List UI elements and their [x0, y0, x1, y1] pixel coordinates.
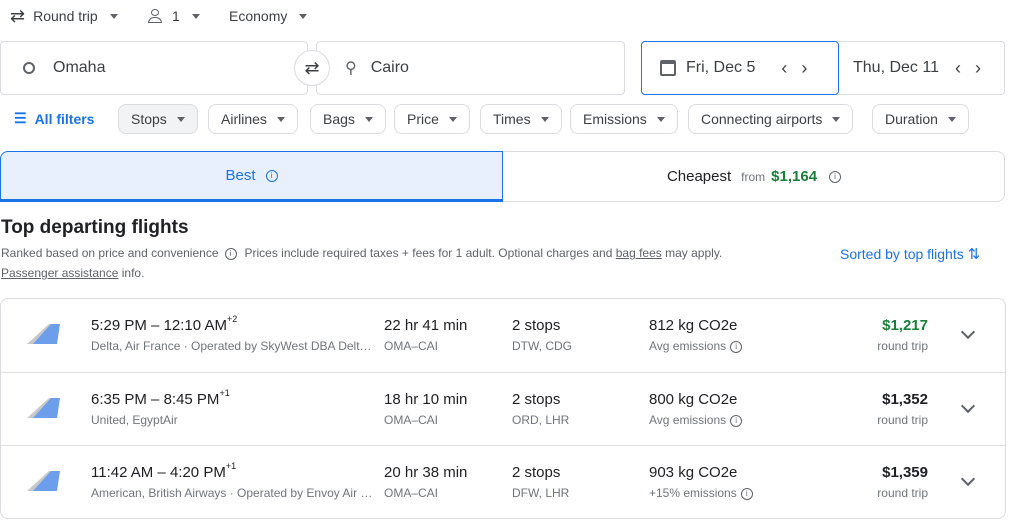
airline-logo-icon: [27, 471, 60, 491]
airlines: American, British Airways · Operated by …: [91, 486, 373, 500]
caret-down-icon: [656, 116, 665, 122]
info-icon[interactable]: i: [224, 247, 237, 260]
caret-down-icon: [176, 116, 185, 122]
chevron-down-icon[interactable]: [960, 471, 976, 487]
filter-stops[interactable]: Stops: [118, 104, 198, 134]
tab-best[interactable]: Best i: [0, 151, 503, 202]
duration: 18 hr 10 min: [384, 391, 468, 408]
emissions-label: Avg emissions i: [649, 413, 743, 427]
swap-locations-button[interactable]: ⇄: [294, 50, 330, 86]
caret-down-icon: [832, 116, 841, 122]
tab-cheapest[interactable]: Cheapest from $1,164 i: [503, 151, 1005, 202]
tune-icon: ☰: [14, 110, 27, 126]
stops: 2 stops: [512, 391, 561, 408]
swap-arrows-icon: ⇄: [10, 5, 26, 26]
route: OMA–CAI: [384, 413, 439, 427]
route: OMA–CAI: [384, 486, 439, 500]
trip-type: round trip: [877, 486, 928, 500]
emissions-label: Avg emissions i: [649, 339, 743, 353]
caret-down-icon: [947, 116, 956, 122]
filter-emissions[interactable]: Emissions: [570, 104, 678, 134]
bag-fees-link[interactable]: bag fees: [616, 246, 662, 260]
cabin-class-select[interactable]: Economy: [229, 4, 308, 28]
caret-down-icon: [448, 116, 457, 122]
next-date-button[interactable]: ›: [975, 58, 981, 79]
info-icon[interactable]: i: [829, 170, 842, 183]
info-icon[interactable]: i: [265, 169, 278, 182]
price: $1,352: [882, 391, 928, 408]
filter-times[interactable]: Times: [480, 104, 562, 134]
info-icon[interactable]: i: [730, 414, 743, 427]
price: $1,359: [882, 464, 928, 481]
chevron-down-icon[interactable]: [960, 324, 976, 340]
layovers: DFW, LHR: [512, 486, 570, 500]
flight-row[interactable]: 5:29 PM – 12:10 AM+2 Delta, Air France ·…: [1, 299, 1005, 372]
filter-bags[interactable]: Bags: [310, 104, 386, 134]
swap-icon: ⇄: [304, 58, 320, 78]
depart-date-input[interactable]: Fri, Dec 5 ‹ ›: [641, 41, 839, 95]
co2: 903 kg CO2e: [649, 464, 738, 481]
co2: 800 kg CO2e: [649, 391, 738, 408]
info-icon[interactable]: i: [730, 340, 743, 353]
stops: 2 stops: [512, 464, 561, 481]
flight-times: 6:35 PM – 8:45 PM+1: [91, 388, 230, 408]
airlines: Delta, Air France · Operated by SkyWest …: [91, 339, 372, 353]
filter-airlines[interactable]: Airlines: [208, 104, 298, 134]
origin-input[interactable]: Omaha: [0, 41, 308, 95]
destination-input[interactable]: ⚲ Cairo: [316, 41, 625, 95]
layovers: ORD, LHR: [512, 413, 570, 427]
prev-date-button[interactable]: ‹: [955, 58, 961, 79]
sort-arrows-icon: ⇅: [967, 246, 981, 263]
duration: 22 hr 41 min: [384, 317, 468, 334]
caret-down-icon: [276, 116, 285, 122]
origin-circle-icon: [23, 62, 35, 74]
duration: 20 hr 38 min: [384, 464, 468, 481]
chevron-down-icon[interactable]: [960, 398, 976, 414]
airline-logo-icon: [27, 324, 60, 344]
stops: 2 stops: [512, 317, 561, 334]
caret-down-icon: [299, 13, 308, 19]
flight-row[interactable]: 6:35 PM – 8:45 PM+1 United, EgyptAir 18 …: [1, 372, 1005, 445]
price: $1,217: [882, 317, 928, 334]
airline-logo-icon: [27, 398, 60, 418]
trip-type: round trip: [877, 413, 928, 427]
caret-down-icon: [364, 116, 373, 122]
caret-down-icon: [540, 116, 549, 122]
co2: 812 kg CO2e: [649, 317, 738, 334]
flight-times: 11:42 AM – 4:20 PM+1: [91, 461, 237, 481]
flight-list: 5:29 PM – 12:10 AM+2 Delta, Air France ·…: [0, 298, 1006, 519]
info-icon[interactable]: i: [740, 487, 753, 500]
filter-price[interactable]: Price: [394, 104, 470, 134]
next-date-button[interactable]: ›: [801, 58, 807, 79]
assistance-note: Passenger assistance info.: [1, 266, 145, 280]
passenger-assistance-link[interactable]: Passenger assistance: [1, 266, 118, 280]
section-title: Top departing flights: [1, 217, 189, 238]
caret-down-icon: [191, 13, 200, 19]
airlines: United, EgyptAir: [91, 413, 178, 427]
trip-type-select[interactable]: ⇄ Round trip: [10, 4, 118, 28]
return-date-input[interactable]: Thu, Dec 11 ‹ ›: [839, 42, 1005, 94]
filter-connecting-airports[interactable]: Connecting airports: [688, 104, 854, 134]
caret-down-icon: [109, 13, 118, 19]
person-icon: [148, 9, 162, 23]
all-filters-button[interactable]: ☰ All filters: [14, 110, 94, 127]
sort-button[interactable]: Sorted by top flights ⇅: [840, 245, 980, 263]
ranking-note: Ranked based on price and convenience i Pr…: [1, 246, 723, 260]
filter-duration[interactable]: Duration: [872, 104, 969, 134]
passengers-select[interactable]: 1: [148, 4, 200, 28]
prev-date-button[interactable]: ‹: [781, 58, 787, 79]
trip-type: round trip: [877, 339, 928, 353]
location-pin-icon: ⚲: [345, 60, 357, 77]
flight-row[interactable]: 11:42 AM – 4:20 PM+1 American, British A…: [1, 445, 1005, 518]
flight-times: 5:29 PM – 12:10 AM+2: [91, 314, 238, 334]
route: OMA–CAI: [384, 339, 439, 353]
layovers: DTW, CDG: [512, 339, 572, 353]
calendar-icon: [660, 60, 676, 76]
emissions-label: +15% emissions i: [649, 486, 753, 500]
